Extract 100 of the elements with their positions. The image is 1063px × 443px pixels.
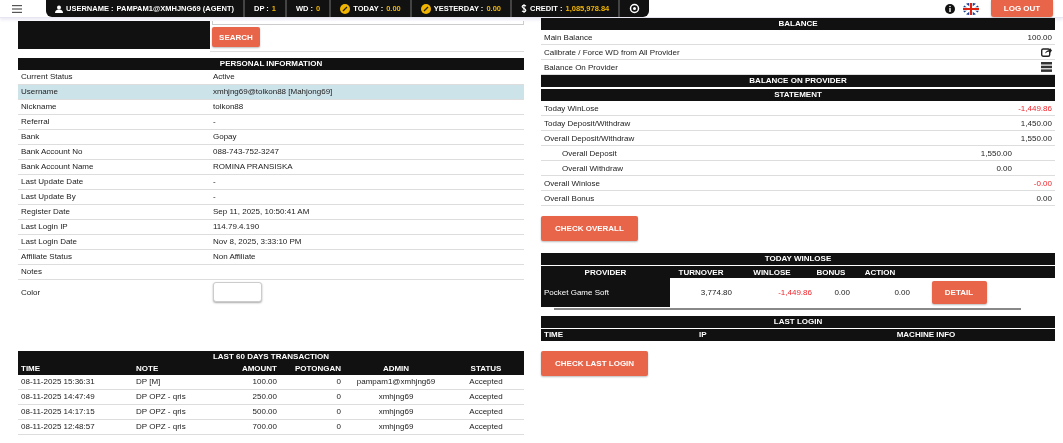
field-label: Last Login Date [21,236,79,248]
table-cell-text: pampam1@xmhjng69 [355,376,437,388]
column-header: IP [699,329,708,341]
section-header: PERSONAL INFORMATION [18,58,524,70]
table-cell-text: -1,449.86 [777,288,812,297]
field-value: Non Affiliate [213,251,256,263]
field-label: Current Status [21,71,74,83]
table-cell-text: Accepted [468,391,504,403]
column-header: TURNOVER [677,267,725,277]
field-value: Active [213,71,235,83]
column-header: ACTION [863,267,897,277]
field-value: - [213,176,216,188]
field-value: 1,550.00 [1020,133,1052,143]
field-label: Today WinLose [544,103,599,113]
table-cell-text: 700.00 [251,421,277,433]
field-label: Referral [21,116,51,128]
check-overall-button[interactable]: CHECK OVERALL [541,216,638,241]
dollar-icon [521,4,527,13]
table-cell-text: Accepted [468,406,504,418]
menu-icon [12,4,22,13]
user-icon [55,4,63,13]
section-header: BALANCE [541,18,1055,30]
field-label: Main Balance [544,32,593,42]
column-header: PROVIDER [583,267,628,277]
table-cell-text: xmhjng69 [377,421,415,433]
table-cell-text: xmhjng69 [377,406,415,418]
table-cell-text: 250.00 [251,391,277,403]
field-label: Last Login IP [21,221,69,233]
table-cell-text: 0 [335,376,341,388]
table-cell-text: 500.00 [251,406,277,418]
column-header: WINLOSE [752,267,792,277]
field-label: Balance On Provider [544,62,618,72]
field-value: 1,550.00 [980,148,1012,158]
column-header: NOTE [136,363,160,375]
field-value: Gopay [213,131,237,143]
coin-icon [340,3,351,14]
field-value: ROMINA PRANSISKA [213,161,293,173]
field-label: Last Update By [21,191,77,203]
field-label: Nickname [21,101,58,113]
column-header: POTONGAN [293,363,341,375]
table-cell-text: Accepted [468,421,504,433]
table-cell-text: 08-11-2025 15:36:31 [21,376,96,388]
field-label: Notes [21,266,43,278]
table-cell-text: Accepted [468,376,504,388]
column-header: TIME [544,329,565,341]
field-value: 0.00 [996,163,1012,173]
search-button[interactable]: SEARCH [212,27,260,47]
field-value: - [213,116,216,128]
section-header: LAST 60 DAYS TRANSACTION [18,351,524,363]
field-value: 1,450.00 [1020,118,1052,128]
column-header: TIME [21,363,42,375]
table-cell-text: 08-11-2025 14:17:15 [21,406,96,418]
detail-button[interactable]: DETAIL [931,281,987,304]
flag-icon [963,2,979,15]
field-value: 0.00 [1036,193,1052,203]
field-value: Sep 11, 2025, 10:50:41 AM [213,206,310,218]
field-value: - [213,191,216,203]
table-cell-text: 0 [335,391,341,403]
table-cell: Pocket Game Soft [541,278,670,307]
info-icon [945,3,955,14]
column-header: AMOUNT [240,363,277,375]
share-icon [1041,47,1052,57]
field-label: Calibrate / Force WD from All Provider [544,47,680,57]
section-header: BALANCE ON PROVIDER [541,75,1055,87]
table-cell-text: 0 [335,421,341,433]
table-cell-text: xmhjng69 [377,391,415,403]
field-label: Overall Withdraw [562,163,623,173]
field-value: -0.00 [1033,178,1052,188]
section-header: TODAY WINLOSE [541,253,1055,265]
field-label: Overall Bonus [544,193,595,203]
field-label: Username [21,86,59,98]
field-label: Register Date [21,206,71,218]
table-cell-text: 08-11-2025 12:48:57 [21,421,96,433]
coin-icon [420,3,431,14]
field-value: Nov 8, 2025, 3:33:10 PM [213,236,302,248]
field-label: Bank Account Name [21,161,95,173]
column-header: BONUS [815,267,847,277]
field-value: 100.00 [1027,32,1052,42]
table-cell-text: DP [M] [136,376,162,388]
column-header: STATUS [469,363,503,375]
field-value: -1,449.86 [1018,103,1052,113]
search-field[interactable] [212,21,524,25]
table-cell-text: 08-11-2025 14:47:49 [21,391,96,403]
table-cell-text: DP OPZ - qris [136,406,187,418]
check-last-login-button[interactable]: CHECK LAST LOGIN [541,351,649,376]
field-label: Overall Deposit/Withdraw [544,133,635,143]
column-header: ADMIN [381,363,411,375]
field-label: Color [21,287,42,299]
field-value: 114.79.4.190 [213,221,260,233]
logout-button[interactable]: LOG OUT [991,0,1053,17]
table-cell-text: 3,774.80 [699,288,732,297]
table-cell-text: DP OPZ - qris [136,391,187,403]
field-label: Bank [21,131,41,143]
field-value: 088-743-752-3247 [213,146,279,158]
table-cell-text: 0.00 [893,288,910,297]
field-label: Affiliate Status [21,251,73,263]
table-cell-text: 0 [335,406,341,418]
color-picker[interactable] [213,282,262,302]
table-cell-text: 0.00 [833,288,850,297]
section-header: STATEMENT [541,89,1055,101]
